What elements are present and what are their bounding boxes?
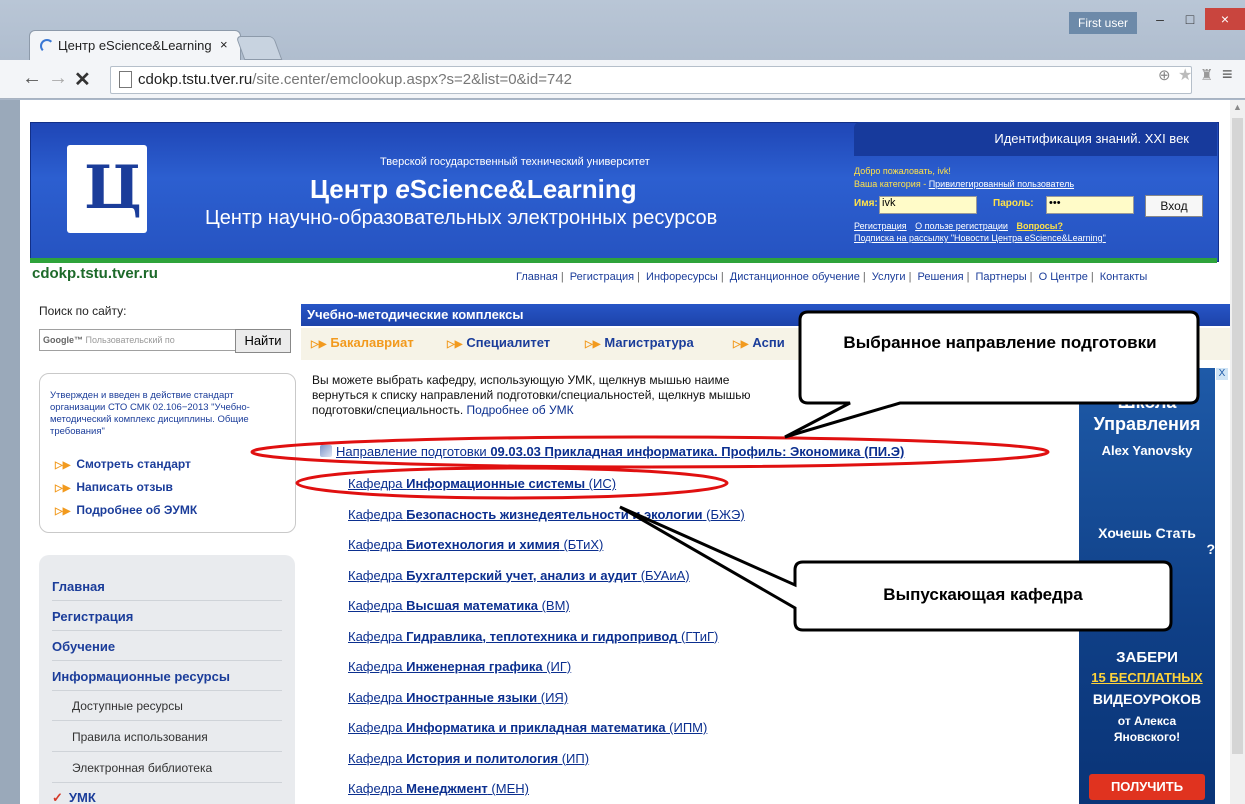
callout-issuing-department: Выпускающая кафедра — [883, 585, 1083, 604]
annotation-overlay — [250, 310, 1200, 632]
callout-department-bubble — [619, 505, 1173, 632]
direction-highlight-ellipse — [250, 435, 1050, 469]
department-highlight-ellipse — [295, 466, 729, 500]
callout-selected-direction: Выбранное направление подготовки — [843, 333, 1157, 352]
